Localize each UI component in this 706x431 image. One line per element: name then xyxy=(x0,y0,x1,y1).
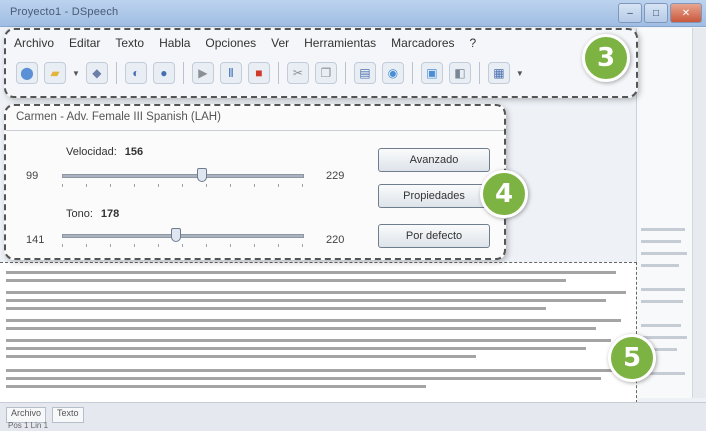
status-info: Pos 1 Lin 1 xyxy=(8,421,49,430)
open-folder-icon[interactable]: ▰ xyxy=(44,62,66,84)
slider-tick xyxy=(86,184,87,187)
slider-tick xyxy=(62,184,63,187)
slider-tick xyxy=(86,244,87,247)
play-icon[interactable]: ▶ xyxy=(191,62,214,84)
slider-tick xyxy=(206,244,207,247)
speed-track[interactable] xyxy=(62,174,304,178)
slider-tick xyxy=(254,184,255,187)
slider-tick xyxy=(110,244,111,247)
slider-tick xyxy=(302,244,303,247)
window-title: Proyecto1 - DSpeech xyxy=(10,6,119,18)
menu-marcadores[interactable]: Marcadores xyxy=(391,36,454,50)
menu-herramientas[interactable]: Herramientas xyxy=(304,36,376,50)
voice-name: Carmen - Adv. Female III Spanish (LAH) xyxy=(16,111,221,123)
slider-tick xyxy=(254,244,255,247)
toolbar-separator xyxy=(478,62,480,84)
tone-max: 220 xyxy=(326,234,345,246)
bookmark-icon[interactable]: ▣ xyxy=(420,62,443,84)
chevron-down-icon[interactable]: ▼ xyxy=(516,69,524,78)
speed-value: 156 xyxy=(124,146,144,158)
document-editor[interactable] xyxy=(0,262,637,403)
voice-selector[interactable]: Carmen - Adv. Female III Spanish (LAH) xyxy=(6,106,504,131)
new-file-icon[interactable]: ⬤ xyxy=(16,62,38,84)
slider-tick xyxy=(182,244,183,247)
speed-label: Velocidad: 156 xyxy=(66,146,144,158)
tone-label: Tono: 178 xyxy=(66,208,120,220)
menu-texto[interactable]: Texto xyxy=(115,36,144,50)
menu-opciones[interactable]: Opciones xyxy=(205,36,256,50)
callout-badge-3: 3 xyxy=(582,34,630,82)
slider-tick xyxy=(206,184,207,187)
advanced-button[interactable]: Avanzado xyxy=(378,148,490,172)
menu-bar: Archivo Editar Texto Habla Opciones Ver … xyxy=(14,36,476,50)
toolbar-separator xyxy=(277,62,279,84)
menu-ver[interactable]: Ver xyxy=(271,36,289,50)
find-icon[interactable]: ◉ xyxy=(381,62,404,84)
speed-slider-thumb[interactable] xyxy=(197,168,208,182)
speak-icon[interactable]: ◐ xyxy=(124,62,147,84)
slider-tick xyxy=(158,184,159,187)
maximize-button[interactable]: □ xyxy=(644,3,668,23)
slider-tick xyxy=(62,244,63,247)
slider-tick xyxy=(158,244,159,247)
slider-tick xyxy=(302,184,303,187)
copy-icon[interactable]: ❐ xyxy=(314,62,337,84)
save-icon[interactable]: ◆ xyxy=(85,62,108,84)
status-bar: Archivo Texto Pos 1 Lin 1 xyxy=(0,402,706,431)
menu-habla[interactable]: Habla xyxy=(159,36,190,50)
slider-tick xyxy=(134,184,135,187)
toolbar-separator xyxy=(411,62,413,84)
pause-icon[interactable]: Ⅱ xyxy=(219,62,242,84)
menu-editar[interactable]: Editar xyxy=(69,36,100,50)
view-icon[interactable]: ▦ xyxy=(487,62,510,84)
select-icon[interactable]: ▤ xyxy=(353,62,376,84)
slider-tick xyxy=(182,184,183,187)
title-bar: Proyecto1 - DSpeech – □ ✕ xyxy=(0,0,706,27)
menu-toolbar-callout: Archivo Editar Texto Habla Opciones Ver … xyxy=(4,28,638,98)
toolbar-separator xyxy=(182,62,184,84)
default-button[interactable]: Por defecto xyxy=(378,224,490,248)
close-button[interactable]: ✕ xyxy=(670,3,702,23)
tone-slider-thumb[interactable] xyxy=(170,228,181,242)
callout-badge-5: 5 xyxy=(608,334,656,382)
tone-min: 141 xyxy=(26,234,45,246)
slider-tick xyxy=(230,184,231,187)
slider-tick xyxy=(134,244,135,247)
slider-tick xyxy=(230,244,231,247)
tone-track[interactable] xyxy=(62,234,304,238)
speed-min: 99 xyxy=(26,170,39,182)
minimize-button[interactable]: – xyxy=(618,3,642,23)
chevron-down-icon[interactable]: ▼ xyxy=(72,69,80,78)
tone-value: 178 xyxy=(100,208,120,220)
document-icon[interactable]: ◧ xyxy=(448,62,471,84)
toolbar: ⬤ ▰ ▼ ◆ ◐ ● ▶ Ⅱ ■ ✂ ❐ ▤ ◉ ▣ ◧ ▦ ▼ xyxy=(16,62,524,84)
toolbar-separator xyxy=(115,62,117,84)
voice-settings-callout: Carmen - Adv. Female III Spanish (LAH) V… xyxy=(4,104,506,260)
menu-archivo[interactable]: Archivo xyxy=(14,36,54,50)
side-scrollbar[interactable] xyxy=(692,28,706,398)
properties-button[interactable]: Propiedades xyxy=(378,184,490,208)
slider-tick xyxy=(278,184,279,187)
speed-max: 229 xyxy=(326,170,345,182)
cut-icon[interactable]: ✂ xyxy=(286,62,309,84)
slider-tick xyxy=(110,184,111,187)
tab-texto[interactable]: Texto xyxy=(52,407,84,423)
stop-icon[interactable]: ■ xyxy=(247,62,270,84)
callout-badge-4: 4 xyxy=(480,170,528,218)
toolbar-separator xyxy=(344,62,346,84)
slider-tick xyxy=(278,244,279,247)
record-icon[interactable]: ● xyxy=(152,62,175,84)
menu-help[interactable]: ? xyxy=(470,36,477,50)
